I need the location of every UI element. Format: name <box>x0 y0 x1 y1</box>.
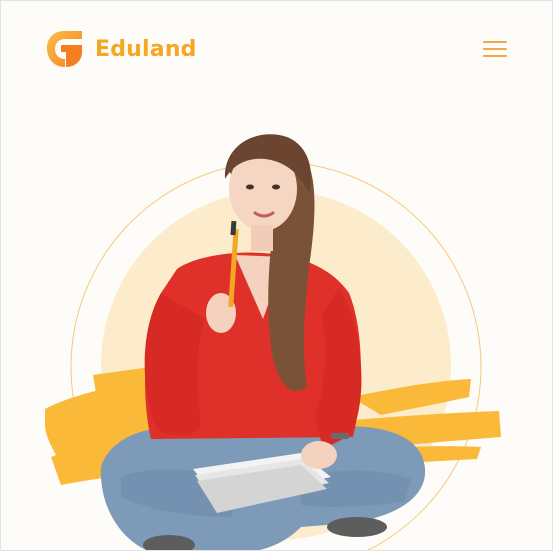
eduland-logo-icon <box>47 31 82 67</box>
menu-bar <box>483 48 507 50</box>
site-header: Eduland <box>1 1 552 97</box>
menu-bar <box>483 55 507 57</box>
menu-bar <box>483 41 507 43</box>
hero-section <box>1 97 552 550</box>
brand-name: Eduland <box>95 36 197 62</box>
hero-illustration <box>45 134 501 550</box>
page-frame: Eduland <box>0 0 553 551</box>
hamburger-menu-button[interactable] <box>481 39 509 59</box>
brand-logo-link[interactable]: Eduland <box>43 28 197 70</box>
